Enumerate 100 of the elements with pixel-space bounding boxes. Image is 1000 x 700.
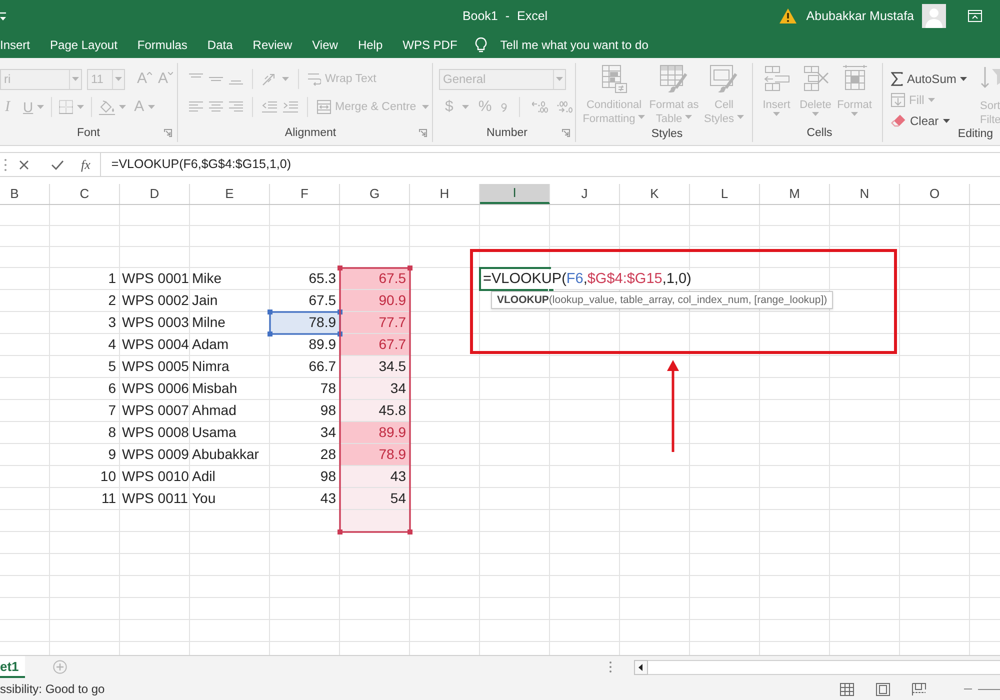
delete-cells-icon (802, 65, 828, 91)
caret-icon (928, 98, 936, 102)
caret-icon (942, 118, 950, 122)
table-cell: 34.5 (340, 356, 410, 378)
table-cell: You (190, 488, 270, 510)
table-cell: 43 (340, 466, 410, 488)
ribbon-display-icon[interactable] (968, 10, 982, 22)
autosum-button[interactable]: AutoSum (891, 72, 968, 86)
table-cell: 78.9 (340, 444, 410, 466)
grip-icon[interactable] (4, 158, 7, 172)
table-cell: 78 (270, 378, 340, 400)
group-label: Alignment (284, 127, 336, 140)
table-cell: WPS 0010 (120, 466, 190, 488)
table-cell: Misbah (190, 378, 270, 400)
table-cell: 67.7 (340, 334, 410, 356)
sheet-tab[interactable]: et1 (0, 656, 25, 678)
table-cell: 77.7 (340, 312, 410, 334)
table-cell: 43 (270, 488, 340, 510)
caret-icon (462, 105, 470, 109)
caret-icon (422, 105, 430, 109)
tell-me-search[interactable]: Tell me what you want to do (500, 38, 648, 52)
table-cell: 66.7 (270, 356, 340, 378)
horizontal-scrollbar[interactable] (634, 660, 1000, 674)
caret-icon (638, 115, 646, 119)
table-cell: WPS 0006 (120, 378, 190, 400)
group-label: Number (486, 127, 528, 140)
ribbon-tab[interactable]: Insert (0, 32, 40, 58)
add-sheet-icon[interactable] (52, 660, 67, 674)
table-cell: WPS 0001 (120, 268, 190, 290)
window-title: Book1 - Excel (462, 9, 548, 23)
ribbon-tab[interactable]: View (302, 32, 348, 58)
ribbon-tab[interactable]: Review (242, 32, 302, 58)
status-text: ssibility: Good to go (0, 682, 105, 696)
caret-icon (812, 112, 819, 116)
down-caret-icon (168, 72, 174, 75)
avatar-icon[interactable] (922, 4, 946, 28)
warning-icon[interactable] (779, 8, 798, 24)
fill-down-icon (891, 92, 905, 106)
table-cell: 89.9 (340, 422, 410, 444)
table-cell: 5 (50, 356, 120, 378)
table-cell: WPS 0004 (120, 334, 190, 356)
caret-icon (77, 105, 84, 109)
table-cell: WPS 0007 (120, 400, 190, 422)
formula-field[interactable]: =VLOOKUP(F6,$G$4:$G15,1,0) (100, 153, 1000, 176)
column-header[interactable]: I (480, 184, 550, 204)
caret-icon (119, 105, 126, 109)
up-caret-icon (147, 72, 152, 75)
cell-editor[interactable]: =VLOOKUP(F6,$G$4:$G15,1,0) (482, 270, 694, 289)
lightbulb-icon[interactable] (475, 37, 488, 53)
wrap-text-icon (308, 72, 321, 86)
cell-brush-icon (709, 64, 739, 94)
page-break-icon[interactable] (912, 682, 926, 696)
caret-icon (72, 77, 79, 81)
table-cell: WPS 0011 (120, 488, 190, 510)
table-cell: 67.5 (340, 268, 410, 290)
table-cell: 3 (50, 312, 120, 334)
dialog-launcher-icon[interactable] (164, 129, 172, 138)
table-cell: WPS 0009 (120, 444, 190, 466)
ribbon-tab[interactable]: Help (348, 32, 393, 58)
eraser-icon (891, 114, 906, 127)
table-brush-icon (659, 64, 689, 94)
group-label: Font (76, 127, 100, 140)
table-cell: 7 (50, 400, 120, 422)
table-cell: 45.8 (340, 400, 410, 422)
table-cell: 98 (270, 400, 340, 422)
table-cell: 78.9 (270, 312, 340, 334)
table-cell: 1 (50, 268, 120, 290)
caret-icon (685, 115, 692, 119)
page-layout-icon[interactable] (876, 682, 890, 696)
group-label: Cells (806, 127, 832, 140)
clear-button[interactable]: Clear (891, 114, 950, 128)
customize-toolbar-icon[interactable] (0, 12, 6, 20)
table-cell: 6 (50, 378, 120, 400)
ribbon-tab[interactable]: Page Layout (40, 32, 128, 58)
table-cell: 2 (50, 290, 120, 312)
caret-icon (556, 77, 563, 81)
normal-view-icon[interactable] (840, 682, 854, 696)
table-cell: WPS 0008 (120, 422, 190, 444)
scroll-left-icon[interactable] (634, 660, 648, 674)
splitter-dots-icon[interactable] (608, 661, 612, 673)
table-cell: 34 (270, 422, 340, 444)
user-name[interactable]: Abubakkar Mustafa (806, 9, 914, 23)
sum-icon (891, 72, 903, 86)
group-label: Styles (651, 128, 683, 140)
caret-icon (115, 77, 122, 81)
ribbon-tab[interactable]: Data (197, 32, 243, 58)
caret-icon (736, 115, 744, 119)
group-label: Editing (958, 128, 994, 140)
table-cell: Abubakkar (190, 444, 270, 466)
ribbon-tab[interactable]: Formulas (127, 32, 198, 58)
caret-icon (773, 112, 780, 116)
check-icon[interactable] (51, 160, 64, 170)
table-cell: 9 (50, 444, 120, 466)
dialog-launcher-icon[interactable] (562, 129, 570, 138)
ribbon-tab[interactable]: WPS PDF (392, 32, 468, 58)
table-cell: 10 (50, 466, 120, 488)
cancel-icon[interactable] (19, 160, 29, 170)
insert-function-button[interactable]: fx (81, 156, 90, 172)
caret-icon (37, 105, 44, 109)
dialog-launcher-icon[interactable] (419, 129, 427, 138)
